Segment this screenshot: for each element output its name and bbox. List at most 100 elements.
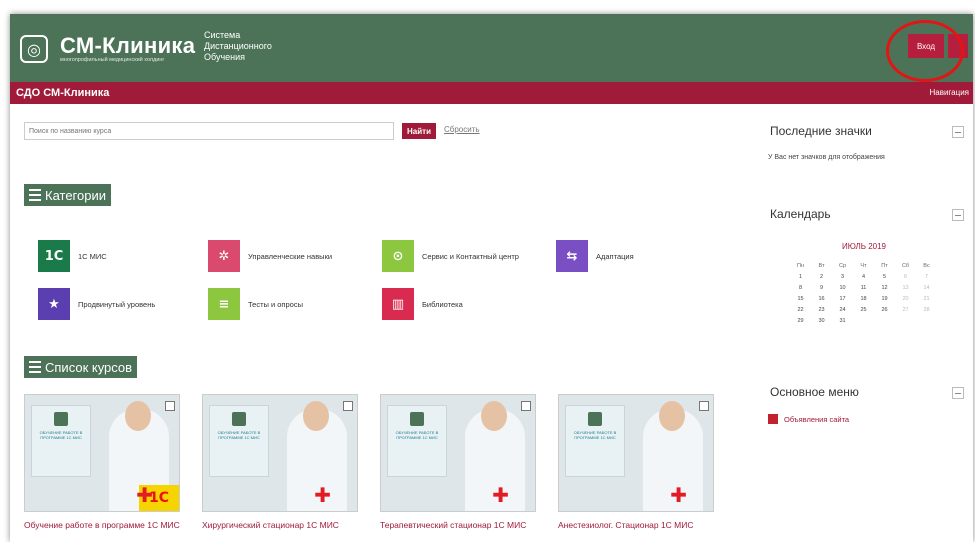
- expand-icon[interactable]: [165, 401, 175, 411]
- course-card[interactable]: ОБУЧЕНИЕ РАБОТЕ В ПРОГРАММЕ 1С МИС ✚ Анест…: [558, 394, 714, 530]
- search-button[interactable]: Найти: [402, 123, 436, 139]
- people-icon[interactable]: ✲: [208, 240, 240, 272]
- calendar-day[interactable]: 5: [874, 271, 895, 282]
- calendar-day[interactable]: 30: [811, 315, 832, 326]
- weekday-label: Пт: [881, 262, 888, 269]
- calendar-day[interactable]: 1: [790, 271, 811, 282]
- book-icon[interactable]: ▥: [382, 288, 414, 320]
- calendar-day[interactable]: 23: [811, 304, 832, 315]
- calendar-day[interactable]: 6: [895, 271, 916, 282]
- course-image[interactable]: ОБУЧЕНИЕ РАБОТЕ В ПРОГРАММЕ 1С МИС 1С ✚: [24, 394, 180, 512]
- category-item[interactable]: ⊙ Сервис и Контактный центр: [382, 240, 519, 272]
- doctor-head: [303, 401, 329, 431]
- category-item[interactable]: ▥ Библиотека: [382, 288, 463, 320]
- 1c-icon[interactable]: 1С: [38, 240, 70, 272]
- category-label[interactable]: Сервис и Контактный центр: [422, 252, 519, 261]
- collapse-icon[interactable]: [952, 126, 964, 138]
- calendar-day[interactable]: 31: [832, 315, 853, 326]
- reset-link[interactable]: Сбросить: [444, 125, 480, 134]
- expand-icon[interactable]: [699, 401, 709, 411]
- calendar-day[interactable]: 12: [874, 282, 895, 293]
- category-label[interactable]: Продвинутый уровень: [78, 300, 155, 309]
- cm-logo-icon[interactable]: ◎: [20, 35, 48, 63]
- calendar-day[interactable]: 9: [811, 282, 832, 293]
- announcements-link[interactable]: Объявления сайта: [768, 414, 849, 424]
- calendar-day[interactable]: 10: [832, 282, 853, 293]
- navigation-link[interactable]: Навигация: [929, 88, 969, 97]
- calendar-day[interactable]: 25: [853, 304, 874, 315]
- calendar-day[interactable]: 28: [916, 304, 937, 315]
- weekday-label: Сб: [901, 262, 910, 269]
- course-card[interactable]: ОБУЧЕНИЕ РАБОТЕ В ПРОГРАММЕ 1С МИС ✚ Хирур…: [202, 394, 358, 530]
- stars-icon[interactable]: ★: [38, 288, 70, 320]
- calendar-day[interactable]: 29: [790, 315, 811, 326]
- course-image[interactable]: ОБУЧЕНИЕ РАБОТЕ В ПРОГРАММЕ 1С МИС ✚: [202, 394, 358, 512]
- weekday-label: Вс: [923, 262, 930, 269]
- category-item[interactable]: ✲ Управленческие навыки: [208, 240, 332, 272]
- course-title-link[interactable]: Анестезиолог. Стационар 1С МИС: [558, 520, 714, 530]
- calendar-day[interactable]: [874, 315, 895, 326]
- calendar-day[interactable]: 22: [790, 304, 811, 315]
- calendar-day[interactable]: 16: [811, 293, 832, 304]
- calendar-day[interactable]: 27: [895, 304, 916, 315]
- category-item[interactable]: ★ Продвинутый уровень: [38, 288, 155, 320]
- course-search-input[interactable]: [24, 122, 394, 140]
- calendar-day[interactable]: [853, 315, 874, 326]
- calendar-day[interactable]: 21: [916, 293, 937, 304]
- course-image[interactable]: ОБУЧЕНИЕ РАБОТЕ В ПРОГРАММЕ 1С МИС ✚: [380, 394, 536, 512]
- calendar-day[interactable]: [916, 315, 937, 326]
- calendar-day[interactable]: 24: [832, 304, 853, 315]
- site-name-link[interactable]: СДО СМ-Клиника: [16, 87, 109, 99]
- calendar-day[interactable]: 15: [790, 293, 811, 304]
- expand-icon[interactable]: [521, 401, 531, 411]
- course-title-link[interactable]: Обучение работе в программе 1С МИС: [24, 520, 180, 530]
- weekday-label: Вт: [818, 262, 825, 269]
- calendar-day[interactable]: 19: [874, 293, 895, 304]
- calendar-day[interactable]: [895, 315, 916, 326]
- calendar-day[interactable]: 20: [895, 293, 916, 304]
- expand-icon[interactable]: [343, 401, 353, 411]
- categories-header: Категории: [24, 184, 111, 206]
- weekday-label: Чт: [860, 262, 867, 269]
- category-label[interactable]: 1С МИС: [78, 252, 107, 261]
- category-item[interactable]: ⇆ Адаптация: [556, 240, 634, 272]
- calendar-day[interactable]: 14: [916, 282, 937, 293]
- category-label[interactable]: Библиотека: [422, 300, 463, 309]
- collapse-icon[interactable]: [952, 387, 964, 399]
- category-item[interactable]: 1С 1С МИС: [38, 240, 107, 272]
- calendar-month[interactable]: ИЮЛЬ 2019: [842, 242, 886, 251]
- calendar-day[interactable]: 18: [853, 293, 874, 304]
- course-image[interactable]: ОБУЧЕНИЕ РАБОТЕ В ПРОГРАММЕ 1С МИС ✚: [558, 394, 714, 512]
- course-card[interactable]: ОБУЧЕНИЕ РАБОТЕ В ПРОГРАММЕ 1С МИС 1С ✚ Обу…: [24, 394, 180, 530]
- calendar-day[interactable]: 7: [916, 271, 937, 282]
- course-title-link[interactable]: Терапевтический стационар 1С МИС: [380, 520, 536, 530]
- handshake-icon[interactable]: ⇆: [556, 240, 588, 272]
- calendar-day[interactable]: 2: [811, 271, 832, 282]
- category-label[interactable]: Управленческие навыки: [248, 252, 332, 261]
- calendar-day[interactable]: 13: [895, 282, 916, 293]
- main-menu-title: Основное меню: [770, 385, 859, 399]
- site-header: ◎ СМ-Клиника многопрофильный медицинский…: [10, 14, 973, 82]
- calendar-day[interactable]: 3: [832, 271, 853, 282]
- calendar-day[interactable]: 4: [853, 271, 874, 282]
- course-card[interactable]: ОБУЧЕНИЕ РАБОТЕ В ПРОГРАММЕ 1С МИС ✚ Терап…: [380, 394, 536, 530]
- plus-icon: ✚: [314, 483, 331, 507]
- calendar-day[interactable]: 26: [874, 304, 895, 315]
- calendar-day[interactable]: 8: [790, 282, 811, 293]
- course-title-link[interactable]: Хирургический стационар 1С МИС: [202, 520, 358, 530]
- brand-name[interactable]: СМ-Клиника: [60, 33, 195, 59]
- category-item[interactable]: ≡ Тесты и опросы: [208, 288, 303, 320]
- location-hand-icon[interactable]: ⊙: [382, 240, 414, 272]
- collapse-icon[interactable]: [952, 209, 964, 221]
- calendar-day[interactable]: 17: [832, 293, 853, 304]
- category-label[interactable]: Адаптация: [596, 252, 634, 261]
- courses-header: Список курсов: [24, 356, 138, 378]
- system-title: Система Дистанционного Обучения: [204, 30, 272, 62]
- calendar-day[interactable]: 11: [853, 282, 874, 293]
- plus-icon: ✚: [136, 483, 153, 507]
- cm-logo-icon: [54, 412, 68, 426]
- category-label[interactable]: Тесты и опросы: [248, 300, 303, 309]
- list-icon: [29, 189, 41, 201]
- grid-icon: [29, 361, 41, 373]
- checklist-icon[interactable]: ≡: [208, 288, 240, 320]
